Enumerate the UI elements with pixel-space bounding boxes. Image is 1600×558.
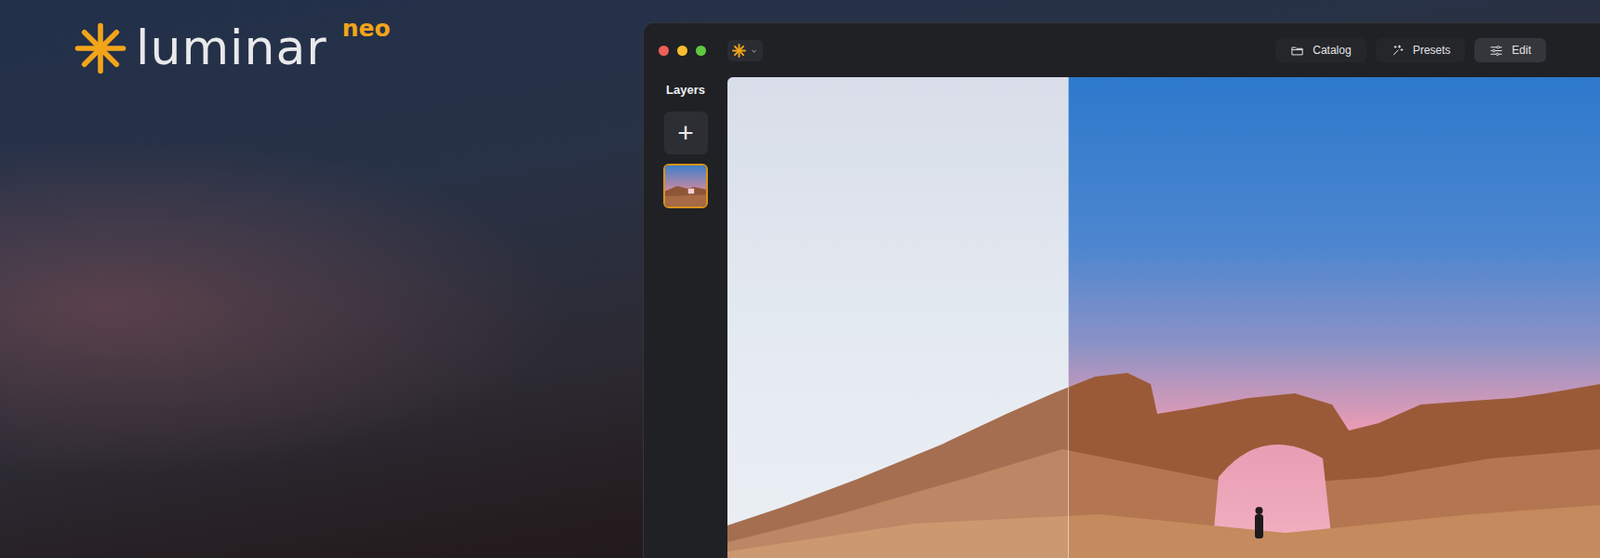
tab-label: Edit: [1511, 43, 1532, 57]
close-button[interactable]: [658, 45, 669, 56]
sliders-icon: [1489, 43, 1504, 58]
title-bar: Catalog Presets Edit: [643, 23, 1600, 78]
tab-label: Catalog: [1312, 43, 1351, 57]
logo-badge: neo: [342, 16, 391, 40]
chevron-down-icon: [749, 46, 759, 55]
logo-word: luminar: [135, 16, 328, 77]
compare-divider[interactable]: [1067, 77, 1069, 558]
photo-canvas[interactable]: [727, 77, 1600, 558]
add-layer-button[interactable]: +: [664, 111, 708, 155]
app-menu-button[interactable]: [727, 40, 763, 62]
layers-panel: Layers +: [643, 77, 728, 558]
logo: luminar neo: [74, 16, 391, 77]
photo-image: [727, 77, 1600, 558]
minimize-button[interactable]: [677, 45, 688, 56]
mode-tab[interactable]: Catalog: [1275, 38, 1366, 63]
folder-icon: [1290, 43, 1305, 58]
workspace: Layers +: [643, 77, 1600, 558]
layer-photo: [665, 165, 707, 207]
luminar-star-icon: [74, 22, 127, 75]
app-window: Catalog Presets Edit Layers +: [642, 22, 1600, 558]
magic-wand-icon: [1390, 43, 1405, 58]
mode-tabs: Catalog Presets Edit: [1275, 38, 1547, 63]
mode-tab[interactable]: Edit: [1474, 38, 1547, 63]
tab-label: Presets: [1413, 43, 1452, 57]
layer-thumbnail[interactable]: [663, 163, 708, 209]
zoom-button[interactable]: [695, 45, 707, 56]
mode-tab[interactable]: Presets: [1375, 38, 1467, 63]
layers-title: Layers: [666, 79, 706, 103]
luminar-star-icon: [732, 43, 747, 58]
